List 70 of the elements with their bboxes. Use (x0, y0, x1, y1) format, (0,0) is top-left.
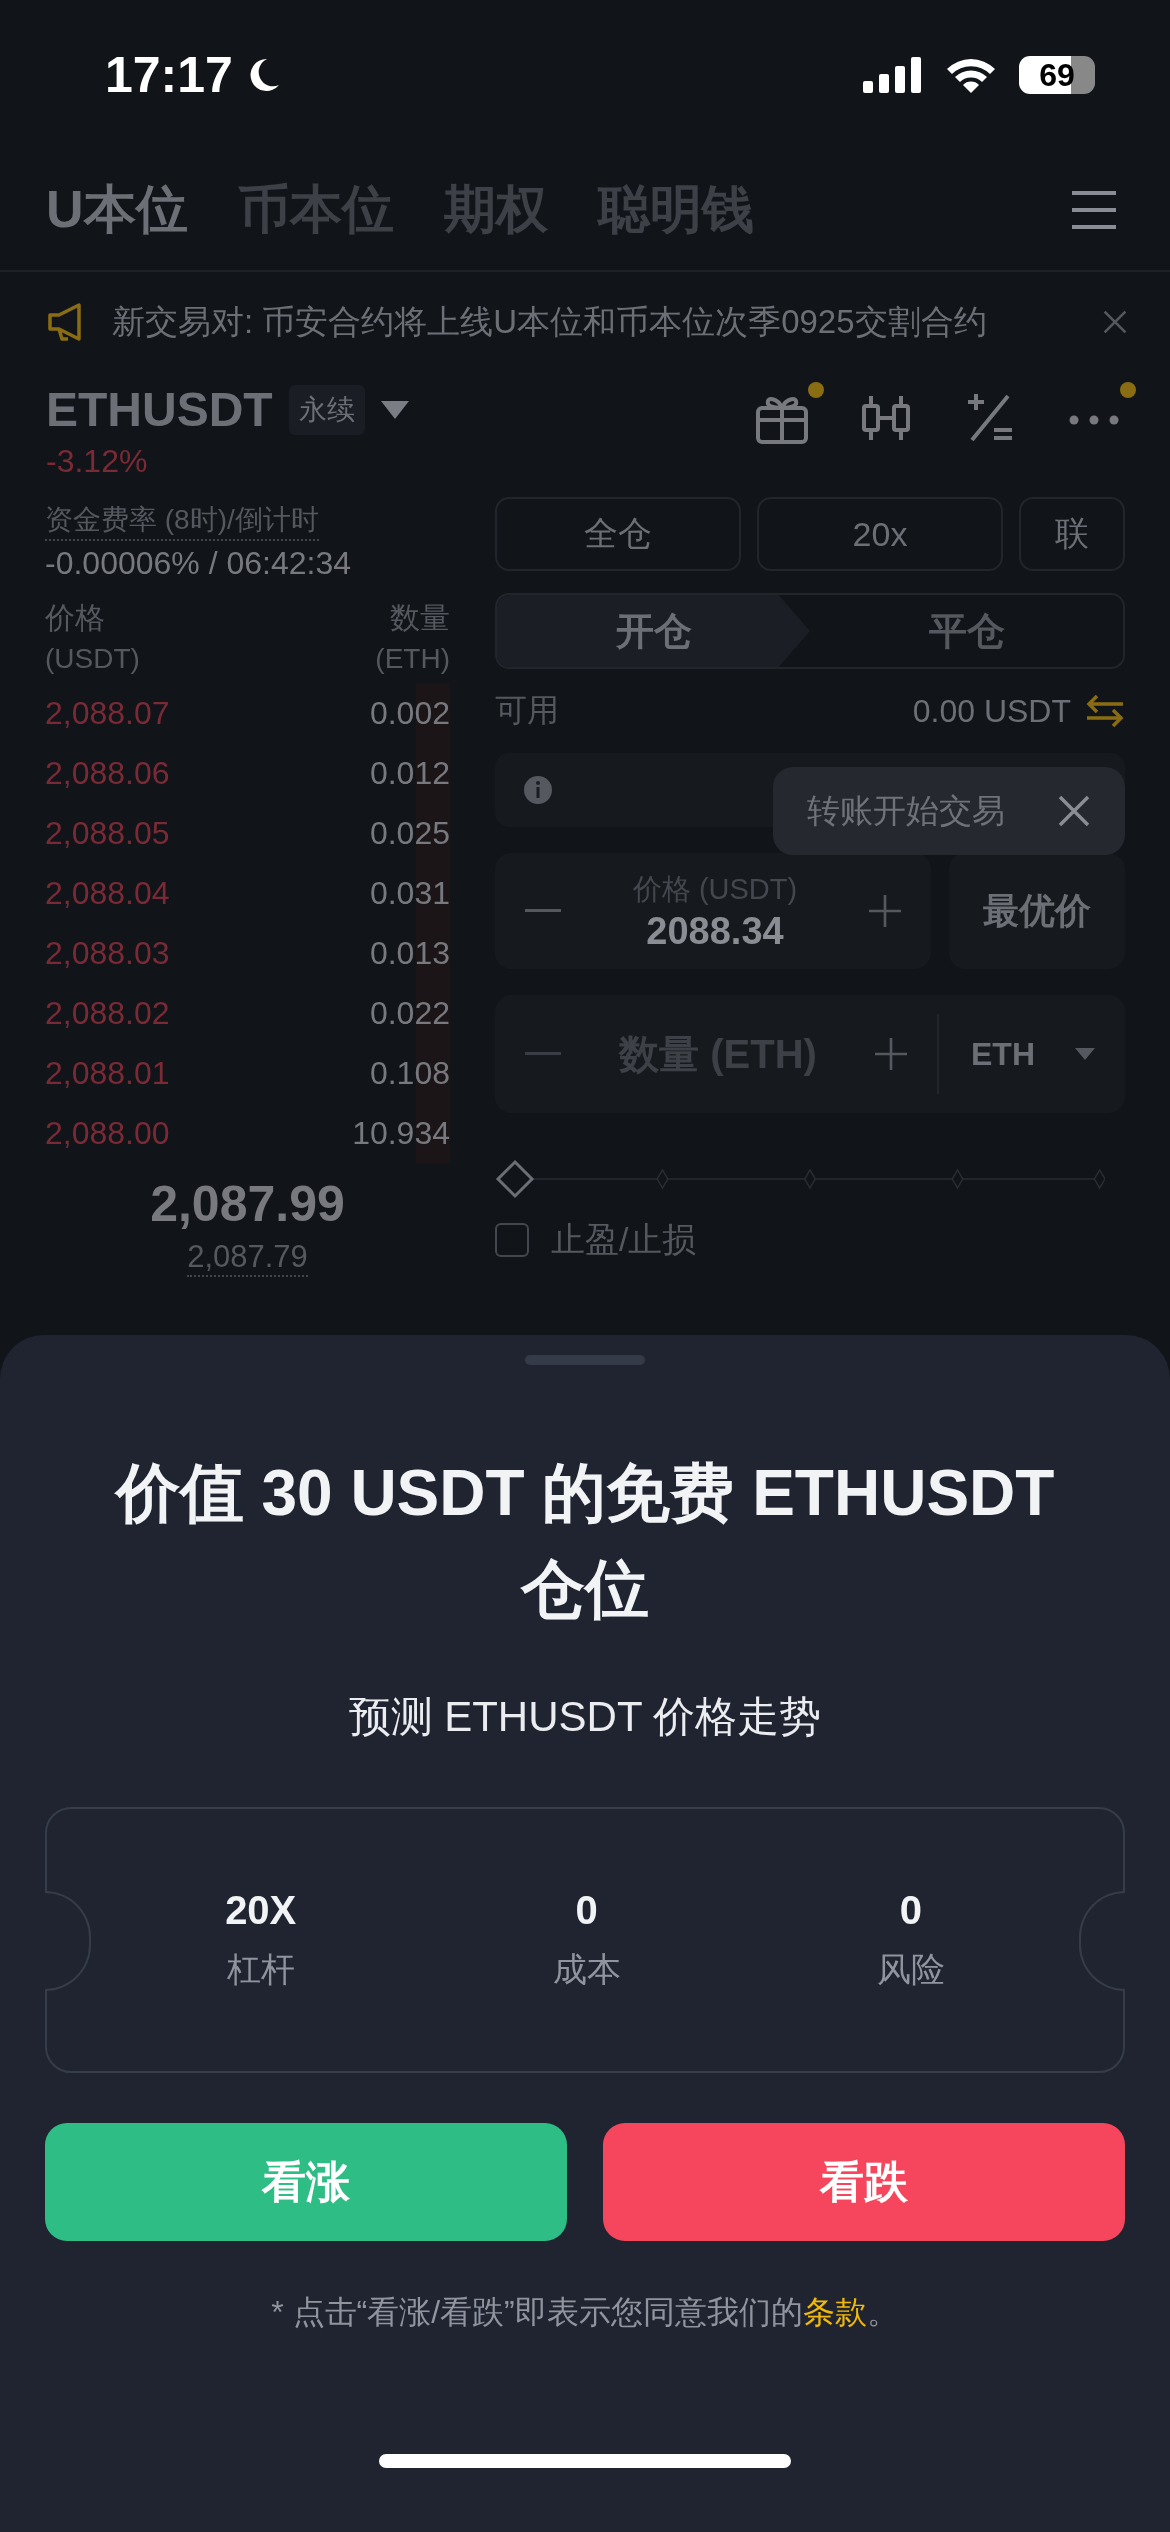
stat-value: 0 (575, 1887, 598, 1933)
checkbox-label: 止盈/止损 (551, 1219, 697, 1260)
disclaimer-text: * 点击“看涨/看跌”即表示您同意我们的条款。 (271, 2293, 899, 2332)
column-unit: (USDT) (45, 643, 140, 675)
ask-quantity: 0.025 (369, 814, 450, 852)
stat-label: 成本 (552, 1948, 621, 1990)
ask-quantity: 0.022 (369, 994, 450, 1032)
side-tab[interactable]: 开仓 (497, 595, 810, 667)
signal-icon (863, 57, 923, 93)
column-unit: (ETH) (375, 643, 450, 675)
ask-quantity: 0.108 (369, 1054, 450, 1092)
ask-quantity: 0.013 (369, 934, 450, 972)
close-icon[interactable] (1057, 794, 1091, 828)
margin-button[interactable]: 全仓 (495, 497, 741, 571)
column-header: 数量 (390, 600, 450, 636)
caret-icon (1075, 1048, 1095, 1060)
symbol-name[interactable]: ETHUSDT (46, 382, 273, 437)
transfer-icon[interactable] (1085, 694, 1125, 728)
last-price: 2,087.99 (150, 1175, 345, 1233)
contract-badge: 永续 (288, 384, 365, 435)
minus-icon (525, 909, 561, 913)
sheet-title: 价值 30 USDT 的免费 ETHUSDT 仓位 (113, 1456, 1056, 1627)
ask-quantity: 0.031 (369, 874, 450, 912)
ask-quantity: 0.002 (369, 694, 450, 732)
stat-label: 杠杆 (226, 1948, 295, 1990)
plus-icon (869, 895, 901, 927)
available-label: 可用 (495, 691, 559, 730)
checkbox[interactable] (495, 1223, 529, 1257)
caret-icon (380, 400, 409, 419)
plus-icon (875, 1038, 907, 1070)
ask-price[interactable]: 2,088.00 (45, 1114, 170, 1152)
wifi-icon (945, 56, 997, 94)
ask-quantity: 10.934 (352, 1114, 450, 1152)
mark-price[interactable]: 2,087.79 (187, 1239, 308, 1277)
info-icon (523, 775, 553, 805)
margin-button[interactable]: 联 (1019, 497, 1125, 571)
announcement-text[interactable]: 新交易对: 币安合约将上线U本位和币本位次季0925交割合约 (112, 299, 1080, 345)
close-icon (1102, 309, 1128, 335)
clock: 17:17 (105, 46, 233, 104)
ask-price[interactable]: 2,088.06 (45, 754, 170, 792)
price-change: -3.12% (46, 443, 149, 480)
ask-price[interactable]: 2,088.02 (45, 994, 170, 1032)
ask-quantity: 0.012 (369, 754, 450, 792)
menu-icon (1070, 190, 1118, 230)
minus-icon (525, 1052, 561, 1056)
available-value: 0.00 USDT (912, 692, 1071, 730)
side-tab[interactable]: 平仓 (810, 595, 1123, 667)
funding-rate-label[interactable]: 资金费率 (8时)/倒计时 (45, 501, 319, 541)
unit-dropdown[interactable]: ETH (937, 1014, 1125, 1094)
stat-label: 风险 (876, 1948, 945, 1990)
ask-price[interactable]: 2,088.07 (45, 694, 170, 732)
ask-price[interactable]: 2,088.01 (45, 1054, 170, 1092)
column-header: 价格 (45, 600, 106, 636)
short-button[interactable]: 看跌 (603, 2123, 1125, 2241)
terms-link[interactable]: 条款 (802, 2294, 867, 2330)
funding-rate-value: -0.00006% / 06:42:34 (45, 545, 352, 582)
ask-price[interactable]: 2,088.05 (45, 814, 170, 852)
best-price-button[interactable]: 最优价 (949, 853, 1125, 969)
ask-price[interactable]: 2,088.04 (45, 874, 170, 912)
field-value: 2088.34 (646, 909, 784, 953)
battery-level: 69 (1039, 56, 1075, 94)
long-button[interactable]: 看涨 (45, 2123, 567, 2241)
margin-button[interactable]: 20x (757, 497, 1003, 571)
sheet-subtitle: 预测 ETHUSDT 价格走势 (348, 1692, 822, 1742)
sheet-handle[interactable] (525, 1355, 645, 1365)
stat-value: 0 (899, 1887, 922, 1933)
market-tab[interactable]: U本位 (46, 175, 188, 245)
stat-value: 20X (225, 1887, 297, 1933)
slider-thumb[interactable] (495, 1159, 535, 1199)
ask-price[interactable]: 2,088.03 (45, 934, 170, 972)
